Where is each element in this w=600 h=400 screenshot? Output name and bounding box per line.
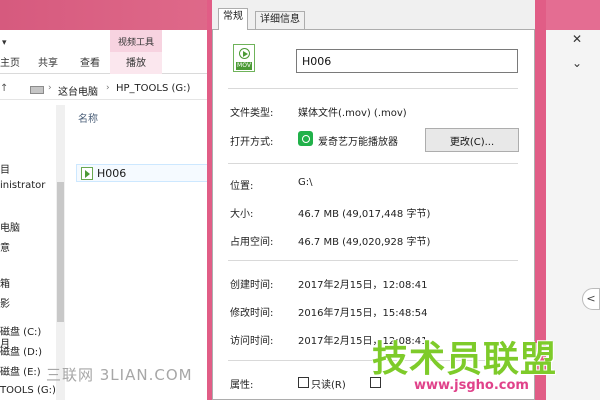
watermark-url: www.jsgho.com xyxy=(414,378,529,393)
watermark-logo: 技术员联盟 xyxy=(372,339,558,380)
up-arrow-icon[interactable]: ↑ xyxy=(0,83,8,94)
ribbon: ▾ 视频工具 主页 共享 查看 播放 xyxy=(0,30,210,74)
play-icon xyxy=(239,48,250,59)
nav-item[interactable]: inistrator xyxy=(0,180,45,191)
ribbon-collapse-icon[interactable]: ▾ xyxy=(2,38,7,48)
breadcrumb-separator-icon: › xyxy=(106,83,110,93)
size-on-disk-value: 46.7 MB (49,020,928 字节) xyxy=(298,237,431,248)
file-explorer-window: ▾ 视频工具 主页 共享 查看 播放 ↑ › 这台电脑 › HP_TOOLS (… xyxy=(0,30,210,400)
created-label: 创建时间: xyxy=(230,280,274,291)
close-icon[interactable]: ✕ xyxy=(572,32,582,46)
divider xyxy=(228,88,518,89)
tab-details[interactable]: 详细信息 xyxy=(255,11,305,29)
mov-file-icon: MOV xyxy=(233,44,255,72)
open-with-app: 爱奇艺万能播放器 xyxy=(318,137,398,148)
modified-value: 2016年7月15日，15:48:54 xyxy=(298,308,428,319)
side-arrow-button[interactable]: < xyxy=(582,288,600,310)
nav-item-drive-d[interactable]: 磁盘 (D:) xyxy=(0,343,42,358)
file-type-value: 媒体文件(.mov) (.mov) xyxy=(298,108,407,119)
breadcrumb-separator-icon: › xyxy=(48,83,52,93)
watermark-3lian: 三联网 3LIAN.COM xyxy=(46,366,193,384)
context-tab-title: 视频工具 xyxy=(110,30,162,52)
change-button[interactable]: 更改(C)... xyxy=(425,128,519,152)
tab-general[interactable]: 常规 xyxy=(218,8,248,30)
nav-item[interactable]: 箱 xyxy=(0,275,10,290)
breadcrumb-drive[interactable]: HP_TOOLS (G:) xyxy=(116,83,190,94)
tab-share[interactable]: 共享 xyxy=(38,54,58,72)
location-value: G:\ xyxy=(298,177,313,188)
size-value: 46.7 MB (49,017,448 字节) xyxy=(298,209,431,220)
dialog-tab-strip: 常规 详细信息 xyxy=(218,8,538,30)
iqiyi-player-icon xyxy=(298,131,313,146)
nav-item[interactable]: 电脑 xyxy=(0,219,20,234)
open-with-label: 打开方式: xyxy=(230,137,274,148)
attributes-label: 属性: xyxy=(230,380,254,391)
desktop-corner xyxy=(546,0,600,30)
divider xyxy=(228,260,518,261)
tab-home[interactable]: 主页 xyxy=(0,54,20,72)
divider xyxy=(228,163,518,164)
nav-item[interactable]: 影 xyxy=(0,295,10,310)
nav-item[interactable]: 意 xyxy=(0,239,10,254)
created-value: 2017年2月15日，12:08:41 xyxy=(298,280,428,291)
readonly-label[interactable]: 只读(R) xyxy=(311,376,346,391)
video-file-icon xyxy=(81,167,93,180)
size-label: 大小: xyxy=(230,209,254,220)
drive-icon xyxy=(30,86,44,94)
file-type-tag: MOV xyxy=(236,62,252,70)
chevron-down-icon[interactable]: ⌄ xyxy=(572,56,582,70)
location-label: 位置: xyxy=(230,181,254,192)
nav-item-drive-c[interactable]: 磁盘 (C:) xyxy=(0,323,41,338)
address-bar[interactable]: ↑ › 这台电脑 › HP_TOOLS (G:) xyxy=(0,78,210,100)
file-name-field[interactable] xyxy=(296,49,518,73)
column-header-name[interactable]: 名称 xyxy=(68,108,210,126)
file-type-label: 文件类型: xyxy=(230,108,274,119)
file-row[interactable]: H006 xyxy=(76,164,210,182)
nav-item-drive-e[interactable]: 磁盘 (E:) xyxy=(0,363,41,378)
file-name: H006 xyxy=(97,167,127,180)
size-on-disk-label: 占用空间: xyxy=(230,237,274,248)
nav-item[interactable]: 目 xyxy=(0,161,10,176)
modified-label: 修改时间: xyxy=(230,308,274,319)
nav-scrollbar-thumb[interactable] xyxy=(57,182,64,322)
column-header-label: 名称 xyxy=(78,114,98,125)
tab-view[interactable]: 查看 xyxy=(80,54,100,72)
readonly-checkbox[interactable] xyxy=(298,377,309,388)
nav-item-drive-g[interactable]: TOOLS (G:) xyxy=(0,385,56,396)
accessed-label: 访问时间: xyxy=(230,336,274,347)
breadcrumb-this-pc[interactable]: 这台电脑 xyxy=(58,83,98,98)
tab-play[interactable]: 播放 xyxy=(126,54,146,72)
